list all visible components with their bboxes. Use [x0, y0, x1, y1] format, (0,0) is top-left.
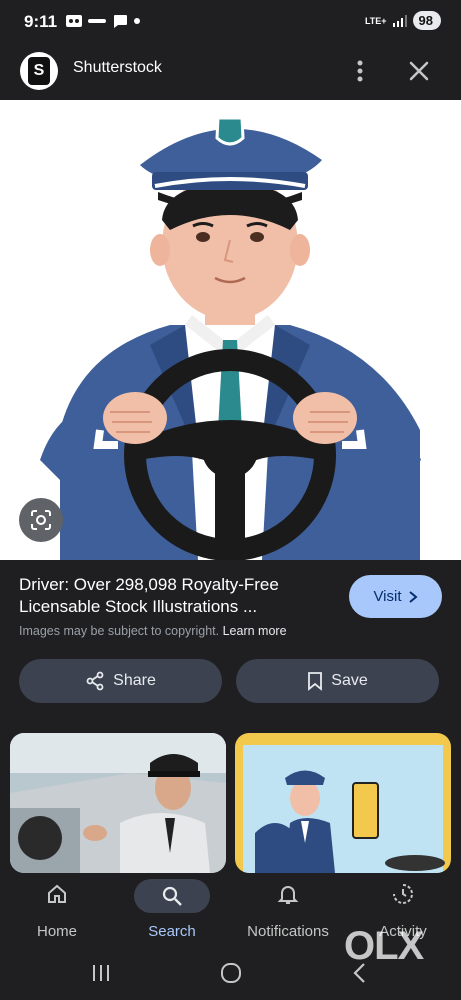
status-left-icons [66, 14, 140, 28]
lens-search-button[interactable] [19, 498, 63, 542]
copyright-text: Images may be subject to copyright. [19, 624, 220, 638]
voicemail-icon [66, 15, 82, 27]
result-title[interactable]: Driver: Over 298,098 Royalty-Free Licens… [19, 574, 339, 618]
share-icon [86, 671, 104, 691]
message-icon [114, 15, 127, 28]
app-notification-icon [88, 19, 106, 23]
search-icon [162, 886, 182, 906]
visit-button[interactable]: Visit [349, 575, 442, 618]
status-right: LTE+ 98 [365, 11, 441, 30]
olx-watermark: OLX [344, 924, 424, 968]
recent-apps-icon[interactable] [90, 962, 112, 984]
battery-level: 98 [418, 13, 433, 28]
site-name[interactable]: Shutterstock [73, 59, 162, 77]
visit-label: Visit [373, 588, 402, 605]
related-image-1[interactable] [10, 733, 226, 873]
battery-indicator: 98 [412, 11, 441, 30]
nav-home-label: Home [36, 923, 77, 940]
dot-icon [134, 18, 140, 24]
status-time: 9:11 [24, 12, 58, 31]
viewer-header: S Shutterstock [0, 44, 461, 100]
save-label: Save [331, 672, 368, 689]
nav-notifications[interactable]: Notifications [233, 875, 343, 950]
save-button[interactable]: Save [236, 659, 439, 703]
related-photo-driver [10, 733, 226, 873]
lens-icon [31, 510, 51, 530]
main-image[interactable] [0, 100, 461, 561]
logo-letter: S [28, 57, 50, 85]
more-options-icon[interactable] [348, 54, 372, 88]
home-icon [48, 884, 66, 903]
home-circle-icon[interactable] [219, 961, 243, 985]
learn-more-link[interactable]: Learn more [223, 624, 287, 638]
bookmark-icon [308, 672, 323, 691]
signal-icon [392, 14, 407, 27]
related-image-2[interactable] [235, 733, 451, 873]
driver-illustration [40, 116, 421, 561]
status-bar: 9:11 LTE+ 98 [0, 0, 461, 44]
site-logo: S [20, 52, 58, 90]
related-illustration-bus-driver [235, 733, 451, 873]
nav-search-label: Search [148, 923, 196, 940]
chevron-right-icon [408, 590, 418, 603]
activity-icon [393, 884, 413, 904]
nav-search[interactable]: Search [117, 875, 227, 950]
share-button[interactable]: Share [19, 659, 222, 703]
network-type: LTE+ [364, 15, 387, 26]
copyright-notice: Images may be subject to copyright. Lear… [19, 624, 287, 638]
bell-icon [277, 886, 299, 904]
share-label: Share [113, 672, 156, 689]
nav-home[interactable]: Home [2, 875, 112, 950]
nav-notifications-label: Notifications [247, 923, 329, 940]
close-icon[interactable] [402, 54, 436, 88]
